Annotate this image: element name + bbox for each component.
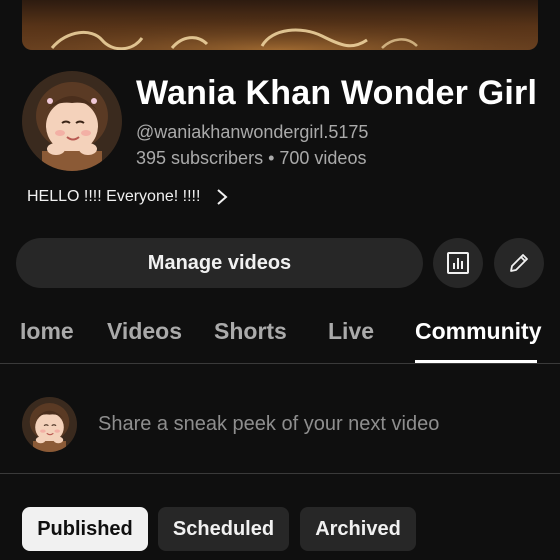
manage-videos-button[interactable]: Manage videos bbox=[16, 238, 423, 288]
tabs-divider bbox=[0, 363, 560, 364]
filter-published-chip[interactable]: Published bbox=[22, 507, 148, 551]
channel-stats: 395 subscribers • 700 videos bbox=[136, 148, 366, 169]
filter-archived-chip[interactable]: Archived bbox=[300, 507, 416, 551]
tab-community[interactable]: Community bbox=[415, 318, 542, 345]
channel-tabs: Iome Videos Shorts Live Community bbox=[0, 310, 560, 364]
video-count: 700 videos bbox=[279, 148, 367, 168]
banner-artwork bbox=[22, 0, 538, 50]
create-post-input[interactable]: Share a sneak peek of your next video bbox=[98, 413, 439, 436]
girl-avatar-icon bbox=[22, 397, 77, 452]
channel-description[interactable]: HELLO !!!! Everyone! !!!! bbox=[27, 188, 228, 206]
filter-scheduled-chip[interactable]: Scheduled bbox=[158, 507, 289, 551]
analytics-button[interactable] bbox=[433, 238, 483, 288]
channel-avatar[interactable] bbox=[22, 71, 122, 171]
tab-live[interactable]: Live bbox=[328, 318, 374, 345]
subscriber-count: 395 subscribers bbox=[136, 148, 264, 168]
composer-avatar bbox=[22, 397, 77, 452]
channel-name: Wania Khan Wonder Girl bbox=[136, 74, 538, 112]
channel-handle: @waniakhanwondergirl.5175 bbox=[136, 122, 369, 142]
stats-separator: • bbox=[268, 148, 275, 168]
channel-banner[interactable] bbox=[22, 0, 538, 50]
edit-channel-button[interactable] bbox=[494, 238, 544, 288]
description-text: HELLO !!!! Everyone! !!!! bbox=[27, 188, 201, 205]
analytics-icon bbox=[446, 251, 470, 275]
girl-avatar-icon bbox=[22, 71, 122, 171]
chevron-right-icon bbox=[216, 188, 228, 206]
tab-shorts[interactable]: Shorts bbox=[214, 318, 287, 345]
pencil-icon bbox=[507, 251, 531, 275]
composer-divider bbox=[0, 473, 560, 474]
tab-videos[interactable]: Videos bbox=[107, 318, 182, 345]
tab-home[interactable]: Iome bbox=[20, 318, 74, 345]
